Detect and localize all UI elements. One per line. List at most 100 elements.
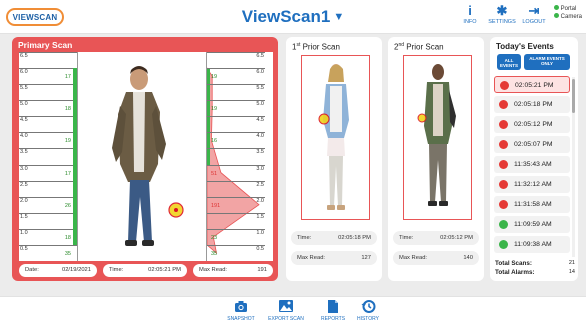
primary-person-image (77, 52, 207, 261)
event-scrollbar-thumb[interactable] (572, 79, 575, 113)
history-icon (352, 299, 384, 315)
event-totals: Total Scans: 21 Total Alarms: 14 (495, 259, 575, 277)
event-item[interactable]: 02:05:18 PM (494, 96, 570, 113)
status-dot (553, 13, 559, 18)
left-signal-scale: 6.5 6.0 5.5 5.0 4.5 4.0 3.5 3.0 2.5 2.0 1.5 1.0 0.5 1… (19, 52, 77, 261)
scale-tick (19, 68, 77, 69)
scale-tick (19, 100, 77, 101)
event-item[interactable]: 11:09:59 AM (494, 216, 570, 233)
scale-tick-label: 3.5 (256, 149, 264, 155)
event-status-dot (499, 160, 508, 169)
event-time: 02:05:07 PM (514, 141, 553, 148)
device-title[interactable]: ViewScan1 (242, 7, 331, 26)
camera-status: Camera (553, 13, 582, 21)
zone-count: 191 (211, 203, 221, 209)
panel-title: 1st Prior Scan (292, 42, 340, 52)
scale-tick-label: 2.5 (256, 182, 264, 188)
event-item[interactable]: 11:09:38 AM (494, 236, 570, 253)
event-item[interactable]: 02:05:07 PM (494, 136, 570, 153)
primary-scan-panel: Primary Scan 6.5 6.0 5.5 5.0 4.5 4.0 3.5 3.0 2.5… (12, 37, 278, 281)
event-time: 11:09:59 AM (514, 221, 552, 228)
event-item[interactable]: 02:05:21 PM (494, 76, 570, 93)
zone-count: 18 (64, 235, 71, 241)
info-label: INFO (463, 19, 477, 25)
prior-scan-1-panel[interactable]: 1st Prior Scan Time: 02:05:18 PM Max Read… (286, 37, 382, 281)
event-status-dot (499, 120, 508, 129)
snapshot-label: SNAPSHOT (227, 316, 255, 322)
scale-tick-label: 2.5 (20, 182, 28, 188)
export-scan-label: EXPORT SCAN (268, 316, 304, 322)
scale-tick-label: 4.5 (20, 117, 28, 123)
event-status-dot (499, 220, 508, 229)
scale-tick (19, 52, 77, 53)
all-events-button[interactable]: ALL EVENTS (497, 54, 521, 70)
history-button[interactable]: HISTORY (352, 299, 384, 325)
image-icon (264, 299, 308, 315)
logout-button[interactable]: ⇥ LOGOUT (516, 3, 552, 31)
settings-button[interactable]: ✱ SETTINGS (484, 3, 520, 31)
main-area: Primary Scan 6.5 6.0 5.5 5.0 4.5 4.0 3.5 3.0 2.5… (0, 34, 586, 296)
signal-area (207, 67, 260, 255)
zone-count: 17 (64, 74, 71, 80)
scale-tick-label: 3.0 (256, 166, 264, 172)
export-scan-button[interactable]: EXPORT SCAN (264, 299, 308, 325)
prior-scan-2-panel[interactable]: 2nd Prior Scan Time: 02:05:12 PM Max Read… (388, 37, 484, 281)
event-item[interactable]: 11:35:43 AM (494, 156, 570, 173)
event-time: 02:05:12 PM (514, 121, 553, 128)
scale-tick-label: 6.0 (256, 69, 264, 75)
zone-count: 51 (211, 171, 218, 177)
scale-tick-label: 4.0 (20, 133, 28, 139)
event-item[interactable]: 11:32:12 AM (494, 176, 570, 193)
scan-time: Time: 02:05:21 PM (103, 264, 187, 277)
event-time: 11:09:38 AM (514, 241, 552, 248)
scale-tick (19, 84, 77, 85)
zone-count: 35 (64, 251, 71, 257)
scale-tick (19, 116, 77, 117)
scale-tick (19, 165, 77, 166)
reports-button[interactable]: REPORTS (316, 299, 350, 325)
logout-label: LOGOUT (522, 19, 546, 25)
total-scans: Total Scans: 21 (495, 260, 575, 267)
scale-tick-label: 5.0 (20, 101, 28, 107)
scale-tick-label: 6.0 (20, 69, 28, 75)
scale-tick-label: 4.5 (256, 117, 264, 123)
scale-tick-label: 0.5 (256, 246, 264, 252)
scale-tick-label: 6.5 (20, 53, 28, 59)
person-figure (112, 66, 184, 246)
chevron-down-icon[interactable]: ▼ (333, 11, 344, 23)
prior-scan-1-time: Time: 02:05:18 PM (291, 231, 377, 245)
scale-tick-label: 1.5 (256, 214, 264, 220)
alarm-events-only-button[interactable]: ALARM EVENTS ONLY (524, 54, 570, 70)
event-status-dot (499, 180, 508, 189)
info-button[interactable]: i INFO (452, 3, 488, 31)
scale-tick-label: 1.5 (20, 214, 28, 220)
prior-scan-2-time: Time: 02:05:12 PM (393, 231, 479, 245)
event-status-dot (499, 140, 508, 149)
prior-scan-1-max-read: Max Read: 127 (291, 251, 377, 265)
scale-tick (19, 213, 77, 214)
zone-count: 18 (64, 106, 71, 112)
zone-count: 19 (64, 138, 71, 144)
scale-tick (19, 229, 77, 230)
scale-tick-label: 3.5 (20, 149, 28, 155)
prior-scan-2-max-read: Max Read: 140 (393, 251, 479, 265)
snapshot-button[interactable]: SNAPSHOT (224, 299, 258, 325)
scale-tick-label: 0.5 (20, 246, 28, 252)
zone-count: 17 (64, 171, 71, 177)
event-time: 02:05:18 PM (514, 101, 553, 108)
scale-tick (19, 181, 77, 182)
zone-count: 26 (64, 203, 71, 209)
event-status-dot (499, 240, 508, 249)
event-status-dot (499, 100, 508, 109)
scale-tick-label: 2.0 (256, 198, 264, 204)
gear-icon: ✱ (496, 3, 508, 18)
event-item[interactable]: 02:05:12 PM (494, 116, 570, 133)
history-label: HISTORY (356, 316, 380, 322)
scale-tick-label: 5.5 (256, 85, 264, 91)
document-icon (316, 299, 350, 315)
event-item[interactable]: 11:31:58 AM (494, 196, 570, 213)
event-status-dot (499, 200, 508, 209)
event-time: 11:35:43 AM (514, 161, 552, 168)
primary-scan-view: 6.5 6.0 5.5 5.0 4.5 4.0 3.5 3.0 2.5 2.0 1.5 1.0 0.5 1… (19, 52, 273, 261)
status-dot (553, 5, 559, 10)
